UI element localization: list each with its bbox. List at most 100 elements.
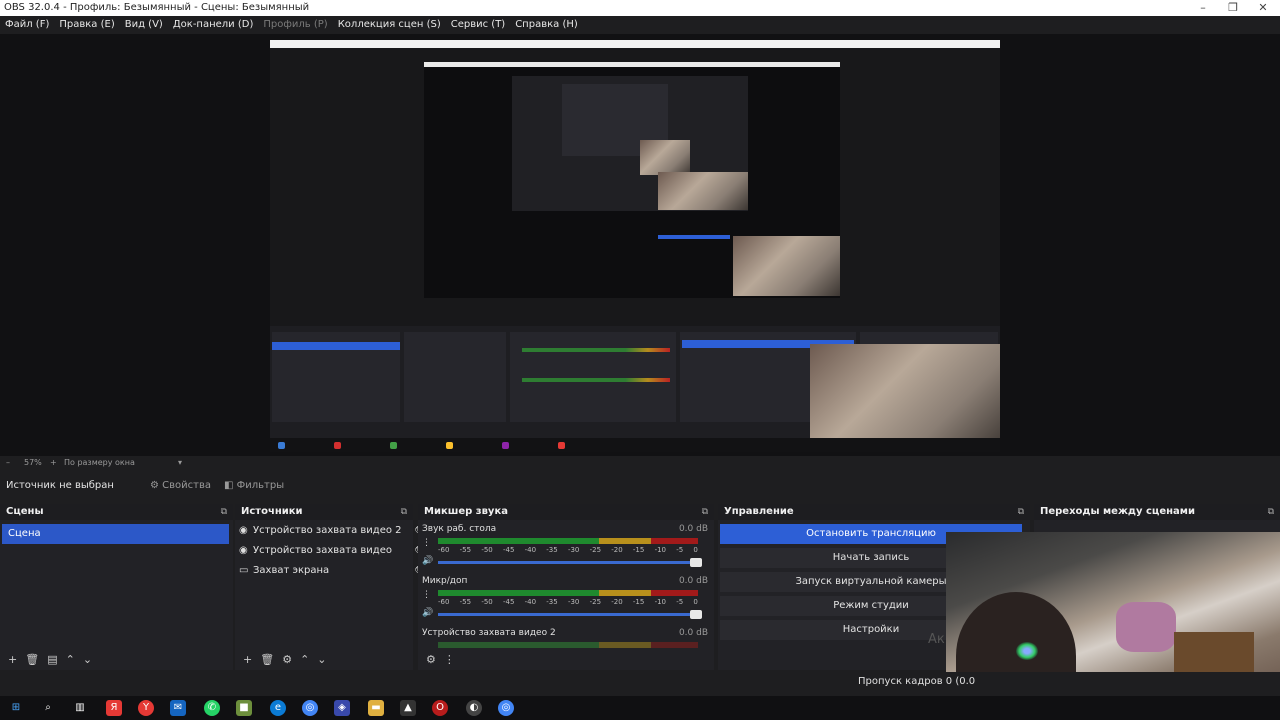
filter-icon[interactable]: ▤ (47, 650, 57, 670)
status-bar: Пропуск кадров 0 (0.0 (0, 672, 1280, 696)
chrome-icon[interactable]: ◎ (498, 700, 514, 716)
chrome-icon[interactable]: ◎ (302, 700, 318, 716)
game-icon[interactable]: ▲ (400, 700, 416, 716)
source-item[interactable]: ◉Устройство захвата видео 👁🔒 (239, 542, 439, 560)
source-item[interactable]: ◉Устройство захвата видео 2 👁🔒 (239, 522, 439, 540)
folder-icon[interactable]: ▬ (368, 700, 384, 716)
slider-handle[interactable] (690, 558, 702, 567)
chevron-down-icon[interactable]: ▾ (178, 456, 182, 470)
filters-button[interactable]: ◧ Фильтры (224, 476, 284, 496)
menu-profile[interactable]: Профиль (P) (258, 16, 332, 34)
chevron-up-icon[interactable]: ⌃ (300, 650, 309, 670)
zoom-mode-select[interactable]: По размеру окна (64, 456, 135, 470)
trash-icon[interactable]: 🗑 (25, 650, 39, 670)
menu-help[interactable]: Справка (H) (510, 16, 583, 34)
preview-nested-webcam (658, 172, 748, 210)
channel-name: Устройство захвата видео 2 (422, 628, 556, 638)
volume-slider[interactable] (438, 610, 702, 619)
minimize-icon[interactable]: – (1188, 0, 1218, 16)
scene-item[interactable]: Сцена (2, 524, 229, 544)
search-icon[interactable]: ⌕ (40, 700, 56, 716)
webcam-background-object (1116, 602, 1176, 652)
filter-icon: ◧ (224, 480, 234, 491)
trash-icon[interactable]: 🗑 (260, 650, 274, 670)
title-bar: OBS 32.0.4 - Профиль: Безымянный - Сцены… (0, 0, 1280, 16)
source-label: Устройство захвата видео (253, 545, 392, 556)
undock-icon[interactable]: ⧉ (1268, 504, 1274, 520)
close-icon[interactable]: ✕ (1248, 0, 1278, 16)
mail-icon[interactable]: ✉ (170, 700, 186, 716)
taskbar: ⊞ ⌕ ▥ Я Y ✉ ✆ ■ e ◎ ◈ ▬ ▲ O ◐ ◎ (0, 696, 1280, 720)
menu-docks[interactable]: Док-панели (D) (168, 16, 259, 34)
speaker-icon[interactable]: 🔊 (422, 556, 433, 566)
undock-icon[interactable]: ⧉ (221, 504, 227, 520)
slider-handle[interactable] (690, 610, 702, 619)
meter-ticks: -60 -55 -50 -45 -40 -35 -30 -25 -20 -15 -10 -5 0 (438, 546, 698, 554)
obs-icon[interactable]: ◐ (466, 700, 482, 716)
chevron-up-icon[interactable]: ⌃ (66, 650, 75, 670)
scenes-dock-header: Сцены ⧉ (0, 504, 233, 520)
channel-db: 0.0 dB (678, 524, 708, 534)
maximize-icon[interactable]: ❐ (1218, 0, 1248, 16)
camera-icon: ◉ (239, 545, 248, 556)
gear-icon[interactable]: ⋮ (422, 590, 431, 600)
sources-dock: Источники⧉ ◉Устройство захвата видео 2 👁… (235, 504, 439, 670)
monitor-icon: ▭ (239, 565, 249, 576)
gear-icon[interactable]: ⚙ (426, 650, 436, 670)
meter-ticks: -60 -55 -50 -45 -40 -35 -30 -25 -20 -15 -10 -5 0 (438, 598, 698, 606)
gear-icon[interactable]: ⋮ (422, 538, 431, 548)
filters-label: Фильтры (236, 480, 285, 491)
source-item[interactable]: ▭Захват экрана 👁🔒 (239, 562, 439, 580)
zoom-value: 57% (24, 458, 42, 467)
yandex-icon[interactable]: Я (106, 700, 122, 716)
properties-button[interactable]: ⚙ Свойства (150, 476, 211, 496)
preview-nested-mixer (510, 332, 676, 422)
undock-icon[interactable]: ⧉ (1018, 504, 1024, 520)
mixer-toolbar: ⚙ ⋮ (418, 650, 714, 670)
menu-scene-collection[interactable]: Коллекция сцен (S) (333, 16, 446, 34)
undock-icon[interactable]: ⧉ (702, 504, 708, 520)
preview-nested-webcam-2 (733, 236, 840, 296)
volume-slider[interactable] (438, 558, 702, 567)
chevron-down-icon[interactable]: ⌄ (317, 650, 326, 670)
add-icon[interactable]: + (8, 650, 17, 670)
yandex-browser-icon[interactable]: Y (138, 700, 154, 716)
minecraft-icon[interactable]: ■ (236, 700, 252, 716)
undock-icon[interactable]: ⧉ (401, 504, 407, 520)
menu-file[interactable]: Файл (F) (0, 16, 54, 34)
channel-db: 0.0 dB (678, 576, 708, 586)
menu-icon[interactable]: ⋮ (444, 650, 455, 670)
properties-label: Свойства (162, 480, 211, 491)
sources-toolbar: + 🗑 ⚙ ⌃ ⌄ (235, 650, 413, 670)
controls-dock-header: Управление ⧉ (718, 504, 1030, 520)
mixer-dock-title: Микшер звука (424, 506, 508, 517)
volume-meter (438, 642, 698, 648)
opera-icon[interactable]: O (432, 700, 448, 716)
speaker-icon[interactable]: 🔊 (422, 608, 433, 618)
whatsapp-icon[interactable]: ✆ (204, 700, 220, 716)
menu-tools[interactable]: Сервис (T) (446, 16, 510, 34)
zoom-in-button[interactable]: + (50, 456, 57, 470)
preview-dot-6 (558, 442, 565, 449)
zoom-out-button[interactable]: – (6, 456, 10, 470)
source-label: Захват экрана (253, 565, 330, 576)
program-preview[interactable] (270, 40, 1000, 452)
channel-name: Звук раб. стола (422, 524, 497, 534)
zoom-bar: – 57% + По размеру окна ▾ (0, 456, 1280, 470)
dropped-frames-status: Пропуск кадров 0 (0.0 (858, 676, 976, 687)
add-icon[interactable]: + (243, 650, 252, 670)
chevron-down-icon[interactable]: ⌄ (83, 650, 92, 670)
menu-edit[interactable]: Правка (E) (54, 16, 119, 34)
windows-start-icon[interactable]: ⊞ (8, 700, 24, 716)
menu-bar: Файл (F) Правка (E) Вид (V) Док-панели (D) П… (0, 16, 1280, 34)
preview-nested-webcam-small (640, 140, 690, 175)
task-view-icon[interactable]: ▥ (72, 700, 88, 716)
source-toolbar: Источник не выбран ⚙ Свойства ◧ Фильтры (0, 476, 1280, 496)
edge-icon[interactable]: e (270, 700, 286, 716)
menu-view[interactable]: Вид (V) (120, 16, 168, 34)
gear-icon[interactable]: ⚙ (282, 650, 292, 670)
preview-dot-4 (446, 442, 453, 449)
discord-icon[interactable]: ◈ (334, 700, 350, 716)
preview-dot-2 (334, 442, 341, 449)
channel-name: Микр/доп (422, 576, 468, 586)
